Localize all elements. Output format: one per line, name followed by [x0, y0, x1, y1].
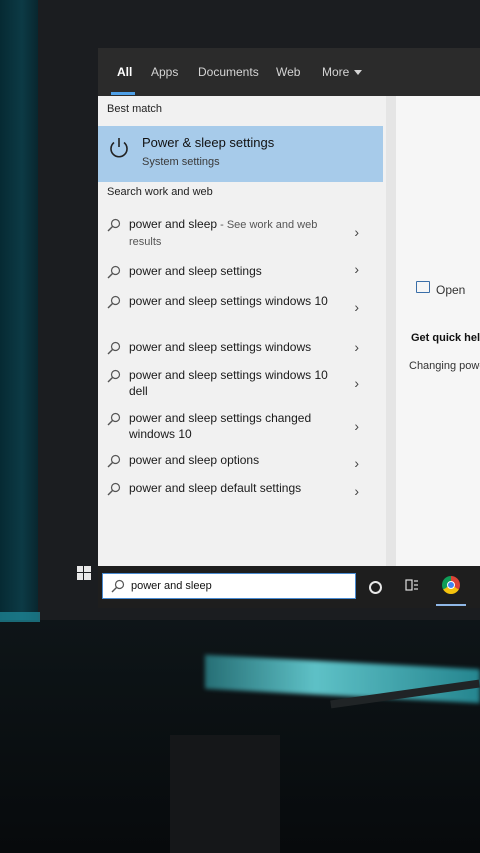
- chevron-right-icon[interactable]: ›: [354, 299, 359, 315]
- web-result-item[interactable]: power and sleep settings windows 10 dell…: [98, 367, 383, 401]
- tab-all[interactable]: All: [117, 65, 132, 79]
- start-search-panel: All Apps Documents Web More Best match P…: [98, 48, 480, 608]
- search-icon: [107, 341, 121, 355]
- chevron-right-icon[interactable]: ›: [354, 339, 359, 355]
- search-input[interactable]: [131, 577, 331, 595]
- best-match-subtitle: System settings: [142, 156, 220, 168]
- web-result-text: power and sleep settings windows 10: [129, 294, 328, 308]
- web-result-text: power and sleep default settings: [129, 481, 302, 495]
- web-result-text: power and sleep settings windows 10 dell: [129, 368, 328, 398]
- search-icon: [107, 482, 121, 496]
- cortana-icon[interactable]: [369, 581, 382, 594]
- tab-web[interactable]: Web: [276, 65, 300, 79]
- search-icon: [107, 412, 121, 426]
- web-result-text: power and sleep settings windows: [129, 340, 312, 354]
- web-section-heading: Search work and web: [107, 186, 213, 198]
- open-label: Open: [436, 283, 466, 297]
- tab-more-label: More: [322, 65, 350, 79]
- web-result-item[interactable]: power and sleep default settings ›: [98, 480, 383, 500]
- taskbar-search-box[interactable]: [102, 573, 356, 599]
- chevron-right-icon[interactable]: ›: [354, 455, 359, 471]
- taskbar: [98, 566, 480, 608]
- search-filter-tabs: All Apps Documents Web More: [98, 48, 480, 96]
- web-result-item[interactable]: power and sleep settings windows ›: [98, 339, 383, 359]
- results-list: Best match Power & sleep settings System…: [98, 96, 386, 566]
- search-icon: [107, 369, 121, 383]
- chrome-icon[interactable]: [442, 576, 460, 594]
- web-result-text: power and sleep options: [129, 453, 260, 467]
- power-icon: [110, 138, 128, 158]
- quick-help-link[interactable]: Changing power: [409, 360, 480, 372]
- best-match-title: Power & sleep settings: [142, 135, 275, 150]
- chevron-right-icon[interactable]: ›: [354, 224, 359, 240]
- chevron-right-icon[interactable]: ›: [354, 418, 359, 434]
- web-result-text: power and sleep - See work and web resul…: [129, 216, 339, 250]
- windows-start-icon[interactable]: [77, 566, 91, 580]
- chevron-right-icon[interactable]: ›: [354, 375, 359, 391]
- web-result-text: power and sleep settings changed windows…: [129, 411, 312, 441]
- task-view-icon[interactable]: [405, 578, 419, 592]
- tab-apps[interactable]: Apps: [151, 65, 178, 79]
- web-result-query: power and sleep: [129, 217, 218, 231]
- best-match-heading: Best match: [107, 103, 163, 115]
- preview-pane: Open Get quick help f Changing power: [386, 96, 480, 566]
- open-icon: [416, 281, 430, 293]
- search-icon: [111, 579, 125, 593]
- ambient-light: [0, 612, 40, 622]
- active-tab-indicator: [111, 92, 135, 95]
- search-icon: [107, 295, 121, 309]
- chevron-right-icon[interactable]: ›: [354, 261, 359, 277]
- web-result-item[interactable]: power and sleep settings changed windows…: [98, 410, 383, 444]
- web-result-text: power and sleep settings: [129, 264, 262, 278]
- running-app-indicator: [436, 604, 466, 606]
- chevron-right-icon[interactable]: ›: [354, 483, 359, 499]
- monitor-stand: [170, 735, 280, 853]
- web-result-item[interactable]: power and sleep options ›: [98, 452, 383, 472]
- search-icon: [107, 454, 121, 468]
- tab-more[interactable]: More: [322, 65, 363, 79]
- search-icon: [107, 218, 121, 232]
- chevron-down-icon: [354, 70, 363, 76]
- web-result-item[interactable]: power and sleep settings ›: [98, 261, 383, 283]
- best-match-item[interactable]: Power & sleep settings System settings: [98, 126, 383, 182]
- search-icon: [107, 265, 121, 279]
- tab-documents[interactable]: Documents: [198, 65, 259, 79]
- quick-help-heading: Get quick help f: [411, 332, 480, 344]
- web-result-item[interactable]: power and sleep - See work and web resul…: [98, 216, 383, 250]
- web-result-item[interactable]: power and sleep settings windows 10 ›: [98, 293, 383, 327]
